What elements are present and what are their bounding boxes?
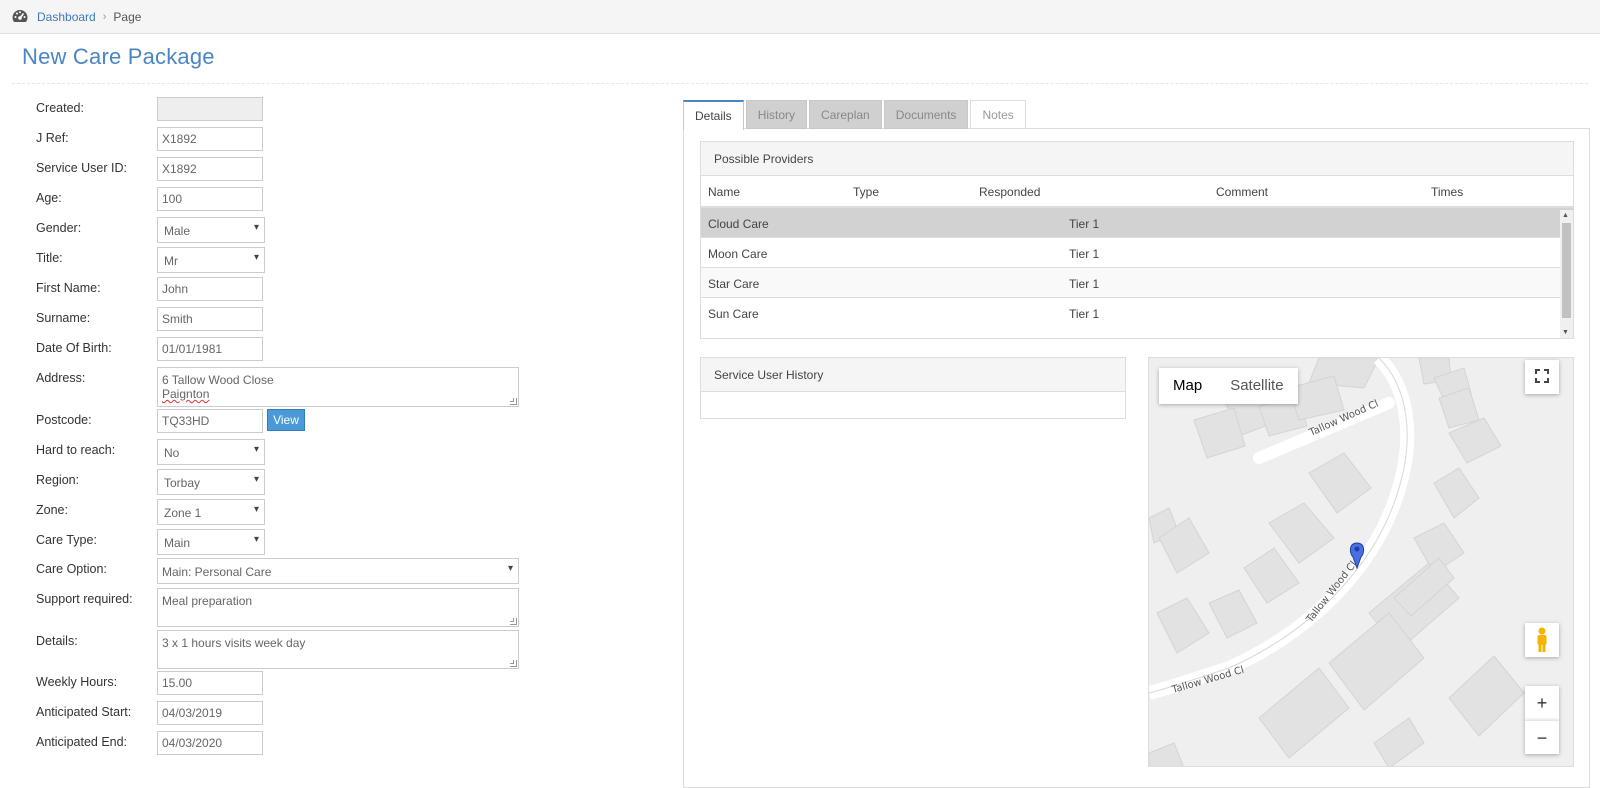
providers-scrollbar[interactable]: ▲ ▼ [1560, 210, 1573, 338]
column-header-comment[interactable]: Comment [1216, 185, 1268, 199]
street-view-pegman-icon[interactable] [1525, 623, 1559, 657]
support-required-text: Meal preparation [162, 594, 253, 608]
dob-label: Date Of Birth: [36, 341, 112, 355]
surname-label: Surname: [36, 311, 91, 325]
map-type-control: Map Satellite [1159, 368, 1298, 404]
scrollbar-thumb[interactable] [1562, 223, 1571, 318]
provider-name: Star Care [708, 277, 760, 291]
scroll-up-icon[interactable]: ▲ [1562, 212, 1569, 219]
weekly-hours-label: Weekly Hours: [36, 675, 118, 689]
zoom-out-icon[interactable]: − [1525, 720, 1559, 754]
map-canvas[interactable]: Tallow Wood Cl Tallow Wood Cl Tallow Woo… [1149, 358, 1574, 767]
table-row[interactable]: Sun Care Tier 1 [701, 298, 1573, 328]
location-map[interactable]: Tallow Wood Cl Tallow Wood Cl Tallow Woo… [1148, 357, 1574, 767]
tab-notes[interactable]: Notes [970, 100, 1026, 129]
address-label: Address: [36, 371, 86, 385]
view-postcode-button[interactable]: View [267, 409, 305, 431]
care-type-select[interactable]: Main [157, 529, 265, 555]
care-option-select[interactable]: Main: Personal Care [157, 558, 519, 584]
postcode-label: Postcode: [36, 413, 92, 427]
hard-to-reach-select[interactable]: No [157, 439, 265, 465]
page-title: New Care Package [22, 44, 215, 69]
anticipated-start-label: Anticipated Start: [36, 705, 132, 719]
address-line2: Paignton [162, 387, 210, 401]
column-header-responded[interactable]: Responded [979, 185, 1040, 199]
column-header-times[interactable]: Times [1431, 185, 1463, 199]
jref-field[interactable]: X1892 [157, 127, 263, 151]
resize-handle-icon[interactable] [510, 398, 517, 405]
provider-comment: Tier 1 [1069, 247, 1100, 261]
tab-history[interactable]: History [745, 100, 808, 129]
fullscreen-icon[interactable] [1525, 360, 1559, 394]
anticipated-end-field[interactable]: 04/03/2020 [157, 731, 263, 755]
provider-name: Cloud Care [708, 217, 769, 231]
zoom-in-icon[interactable]: + [1525, 686, 1559, 720]
service-user-id-label: Service User ID: [36, 161, 127, 175]
anticipated-start-field[interactable]: 04/03/2019 [157, 701, 263, 725]
column-header-name[interactable]: Name [708, 185, 740, 199]
first-name-label: First Name: [36, 281, 101, 295]
service-user-id-field[interactable]: X1892 [157, 157, 263, 181]
provider-name: Moon Care [708, 247, 768, 261]
details-textarea[interactable]: 3 x 1 hours visits week day [157, 630, 519, 669]
region-select[interactable]: Torbay [157, 469, 265, 495]
provider-name: Sun Care [708, 307, 759, 321]
dashboard-icon [11, 8, 29, 26]
anticipated-end-label: Anticipated End: [36, 735, 128, 749]
detail-tabs: Details History Careplan Documents Notes [683, 100, 1028, 130]
tab-documents[interactable]: Documents [883, 100, 969, 129]
dob-field[interactable]: 01/01/1981 [157, 337, 263, 361]
breadcrumb-bar: Dashboard › Page [0, 0, 1600, 34]
details-text: 3 x 1 hours visits week day [162, 636, 306, 650]
support-required-label: Support required: [36, 592, 133, 606]
table-row[interactable]: Cloud Care Tier 1 [701, 208, 1573, 238]
hard-to-reach-label: Hard to reach: [36, 443, 116, 457]
resize-handle-icon[interactable] [510, 660, 517, 667]
age-label: Age: [36, 191, 62, 205]
title-divider [12, 83, 1588, 84]
created-field [157, 97, 263, 121]
possible-providers-heading: Possible Providers [701, 142, 1573, 176]
weekly-hours-field[interactable]: 15.00 [157, 671, 263, 695]
zone-select[interactable]: Zone 1 [157, 499, 265, 525]
table-row[interactable]: Moon Care Tier 1 [701, 238, 1573, 268]
care-type-label: Care Type: [36, 533, 97, 547]
breadcrumb-current: Page [113, 9, 142, 24]
service-user-history-panel: Service User History [700, 357, 1126, 419]
service-user-history-heading: Service User History [701, 358, 1125, 392]
map-type-satellite-button[interactable]: Satellite [1216, 368, 1297, 404]
gender-select[interactable]: Male [157, 217, 265, 243]
provider-comment: Tier 1 [1069, 217, 1100, 231]
providers-table-header: Name Type Responded Comment Times [701, 176, 1573, 208]
jref-label: J Ref: [36, 131, 69, 145]
support-required-textarea[interactable]: Meal preparation [157, 588, 519, 627]
title-label: Title: [36, 251, 63, 265]
title-select[interactable]: Mr [157, 247, 265, 273]
map-type-map-button[interactable]: Map [1159, 368, 1216, 404]
address-line1: 6 Tallow Wood Close [162, 373, 274, 387]
surname-field[interactable]: Smith [157, 307, 263, 331]
possible-providers-panel: Possible Providers Name Type Responded C… [700, 141, 1574, 339]
address-textarea[interactable]: 6 Tallow Wood Close Paignton [157, 367, 519, 407]
breadcrumb-separator-icon: › [102, 10, 107, 23]
provider-comment: Tier 1 [1069, 277, 1100, 291]
postcode-field[interactable]: TQ33HD [157, 409, 263, 433]
resize-handle-icon[interactable] [510, 618, 517, 625]
column-header-type[interactable]: Type [853, 185, 879, 199]
gender-label: Gender: [36, 221, 82, 235]
age-field[interactable]: 100 [157, 187, 263, 211]
details-label: Details: [36, 634, 78, 648]
scroll-down-icon[interactable]: ▼ [1562, 329, 1569, 336]
region-label: Region: [36, 473, 80, 487]
tab-careplan[interactable]: Careplan [809, 100, 882, 129]
care-option-label: Care Option: [36, 562, 107, 576]
zone-label: Zone: [36, 503, 68, 517]
breadcrumb-dashboard-link[interactable]: Dashboard [37, 10, 96, 24]
provider-comment: Tier 1 [1069, 307, 1100, 321]
created-label: Created: [36, 101, 84, 115]
table-row[interactable]: Star Care Tier 1 [701, 268, 1573, 298]
tab-details[interactable]: Details [683, 100, 744, 130]
first-name-field[interactable]: John [157, 277, 263, 301]
